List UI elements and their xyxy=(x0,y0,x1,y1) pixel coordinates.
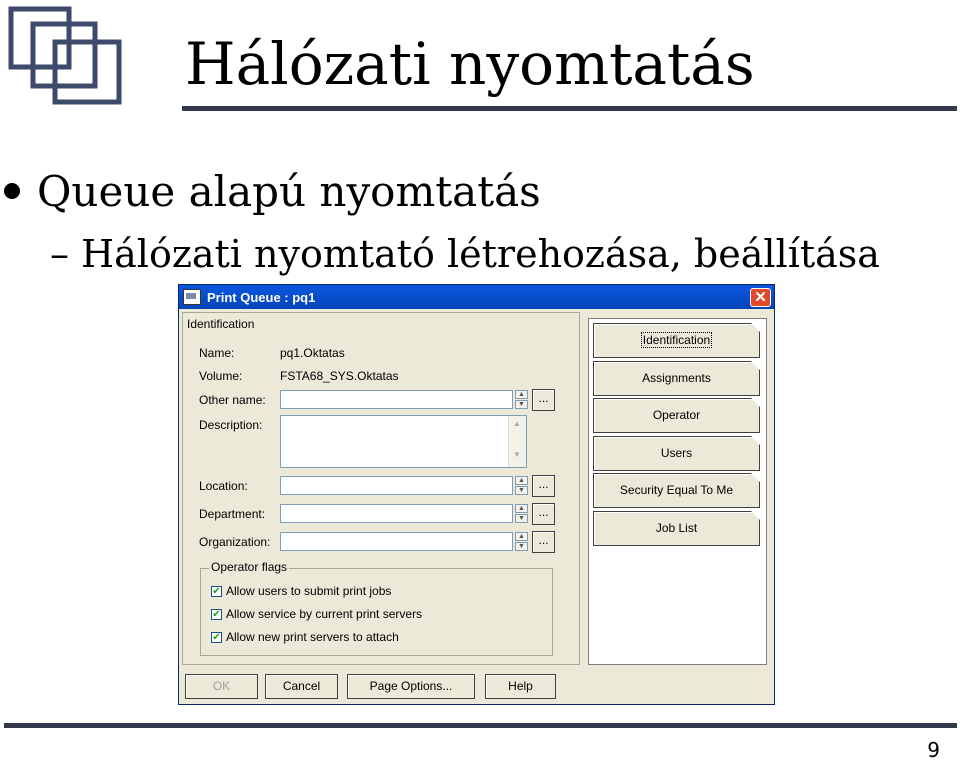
title-divider xyxy=(182,106,957,111)
flag-label: Allow users to submit print jobs xyxy=(226,584,392,598)
print-queue-dialog: Print Queue : pq1 ✕ Identification Name:… xyxy=(178,284,775,705)
flag-label: Allow new print servers to attach xyxy=(226,630,399,644)
close-button[interactable]: ✕ xyxy=(750,288,771,307)
logo-squares xyxy=(8,6,122,105)
tab-users[interactable]: Users xyxy=(593,436,760,471)
page-number: 9 xyxy=(927,738,940,762)
bullet-level2: – Hálózati nyomtató létrehozása, beállítá… xyxy=(50,232,880,276)
description-field[interactable]: ▲ ▼ xyxy=(280,415,527,468)
flag-new-servers[interactable]: ✔ Allow new print servers to attach xyxy=(211,630,399,644)
footer-divider xyxy=(4,723,957,728)
tab-label: Job List xyxy=(655,521,698,535)
tab-security-equal[interactable]: Security Equal To Me xyxy=(593,473,760,508)
location-field[interactable] xyxy=(280,476,513,495)
bullet-dot-icon xyxy=(4,183,20,199)
dash-icon: – xyxy=(50,232,69,276)
name-label: Name: xyxy=(199,346,235,360)
tab-label: Operator xyxy=(652,408,701,422)
organization-label: Organization: xyxy=(199,535,271,549)
spin-up-icon[interactable]: ▲ xyxy=(515,532,528,541)
spin-up-icon[interactable]: ▲ xyxy=(515,476,528,485)
identification-panel: Identification Name: pq1.Oktatas Volume:… xyxy=(182,312,580,665)
tab-label: Assignments xyxy=(642,371,711,385)
volume-value: FSTA68_SYS.Oktatas xyxy=(280,369,399,383)
section-title: Identification xyxy=(187,317,255,331)
operator-flags-group: Operator flags ✔ Allow users to submit pr… xyxy=(200,560,553,656)
printer-queue-icon xyxy=(183,289,201,305)
tab-assignments[interactable]: Assignments xyxy=(593,361,760,396)
description-scrollbar[interactable]: ▲ ▼ xyxy=(508,416,526,467)
tab-label: Users xyxy=(660,446,693,460)
bullet-level1: Queue alapú nyomtatás xyxy=(4,167,541,216)
other-name-label: Other name: xyxy=(199,393,266,407)
bullet-level2-text: Hálózati nyomtató létrehozása, beállítás… xyxy=(81,232,880,276)
location-spinner[interactable]: ▲ ▼ xyxy=(515,476,528,496)
other-name-field[interactable] xyxy=(280,390,513,409)
organization-spinner[interactable]: ▲ ▼ xyxy=(515,532,528,552)
department-browse-button[interactable]: ... xyxy=(532,503,555,525)
tab-operator[interactable]: Operator xyxy=(593,398,760,433)
flag-submit-jobs[interactable]: ✔ Allow users to submit print jobs xyxy=(211,584,391,598)
spin-down-icon[interactable]: ▼ xyxy=(515,486,528,495)
tab-identification[interactable]: Identification xyxy=(593,323,760,358)
page-options-button[interactable]: Page Options... xyxy=(347,674,475,699)
help-button[interactable]: Help xyxy=(485,674,556,699)
dialog-title: Print Queue : pq1 xyxy=(207,289,316,305)
name-value: pq1.Oktatas xyxy=(280,346,345,360)
organization-browse-button[interactable]: ... xyxy=(532,531,555,553)
dialog-titlebar[interactable]: Print Queue : pq1 xyxy=(179,285,774,309)
organization-field[interactable] xyxy=(280,532,513,551)
ok-button[interactable]: OK xyxy=(185,674,258,699)
scroll-up-icon[interactable]: ▲ xyxy=(510,419,524,433)
department-field[interactable] xyxy=(280,504,513,523)
department-spinner[interactable]: ▲ ▼ xyxy=(515,504,528,524)
spin-down-icon[interactable]: ▼ xyxy=(515,542,528,551)
location-browse-button[interactable]: ... xyxy=(532,475,555,497)
checkbox-checked-icon[interactable]: ✔ xyxy=(211,608,222,620)
operator-flags-title: Operator flags xyxy=(209,560,290,574)
tab-label: Identification xyxy=(640,332,713,348)
spin-down-icon[interactable]: ▼ xyxy=(515,400,528,409)
slide-title: Hálózati nyomtatás xyxy=(185,30,755,98)
cancel-button[interactable]: Cancel xyxy=(265,674,338,699)
spin-up-icon[interactable]: ▲ xyxy=(515,504,528,513)
bullet-level1-text: Queue alapú nyomtatás xyxy=(37,167,541,216)
volume-label: Volume: xyxy=(199,369,243,383)
scroll-down-icon[interactable]: ▼ xyxy=(510,450,524,464)
location-label: Location: xyxy=(199,479,248,493)
page-tabs-panel: Identification Assignments Operator User… xyxy=(588,318,767,665)
flag-label: Allow service by current print servers xyxy=(226,607,423,621)
flag-service-servers[interactable]: ✔ Allow service by current print servers xyxy=(211,607,422,621)
other-name-spinner[interactable]: ▲ ▼ xyxy=(515,390,528,410)
close-icon: ✕ xyxy=(754,289,767,306)
tab-label: Security Equal To Me xyxy=(619,483,734,497)
checkbox-checked-icon[interactable]: ✔ xyxy=(211,631,222,643)
description-label: Description: xyxy=(199,418,263,432)
checkbox-checked-icon[interactable]: ✔ xyxy=(211,585,222,597)
other-name-browse-button[interactable]: ... xyxy=(532,389,555,411)
spin-up-icon[interactable]: ▲ xyxy=(515,390,528,399)
department-label: Department: xyxy=(199,507,266,521)
tab-job-list[interactable]: Job List xyxy=(593,511,760,546)
spin-down-icon[interactable]: ▼ xyxy=(515,514,528,523)
